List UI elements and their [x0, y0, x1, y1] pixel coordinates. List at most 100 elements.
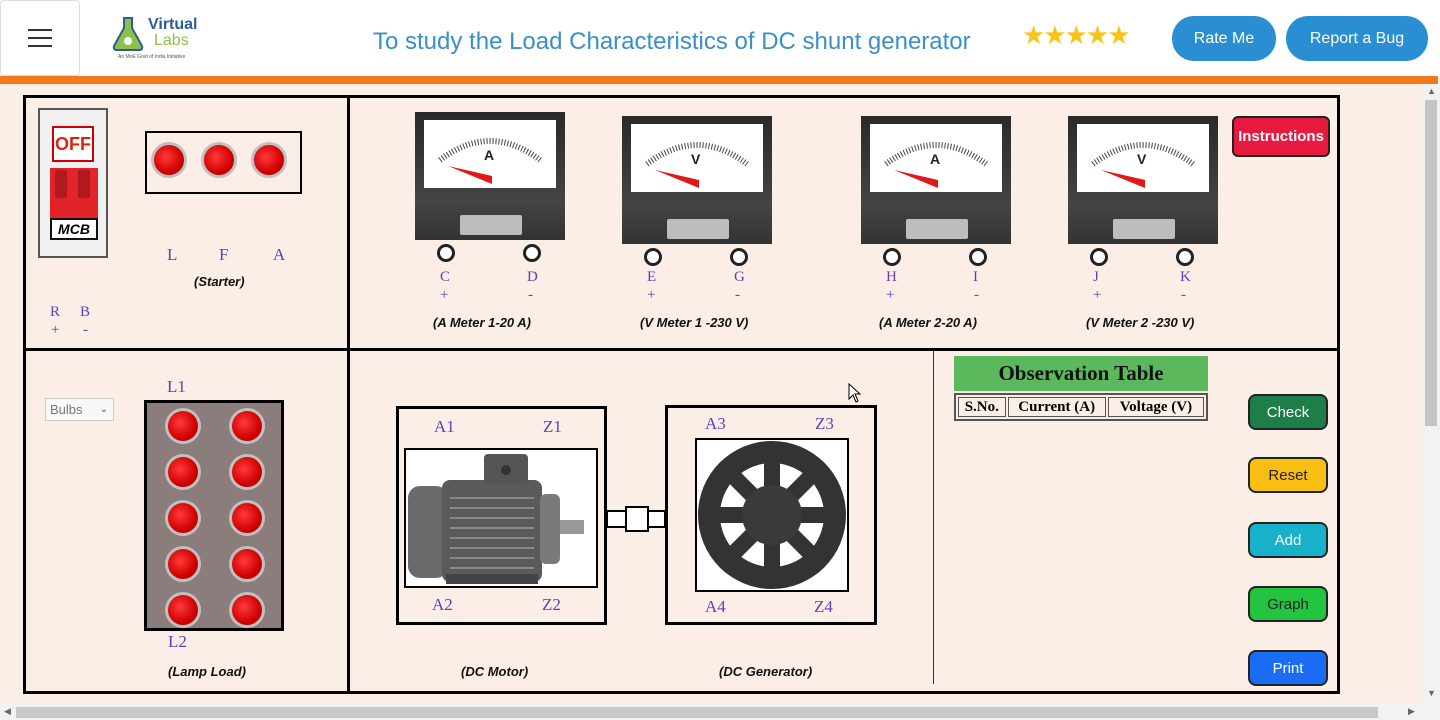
load-bulb — [165, 500, 201, 536]
flask-icon — [112, 17, 144, 51]
motor-terminal-z2[interactable]: Z2 — [542, 595, 561, 615]
menu-toggle-button[interactable] — [0, 0, 80, 76]
supply-sign-r: + — [51, 322, 60, 338]
report-bug-button[interactable]: Report a Bug — [1286, 16, 1428, 61]
meter-terminal-label: J — [1093, 269, 1099, 285]
mcb-state-label: OFF — [52, 126, 94, 162]
instructions-button[interactable]: Instructions — [1232, 116, 1330, 157]
scroll-left-icon[interactable]: ◀ — [4, 706, 11, 717]
chevron-down-icon: ⌄ — [99, 404, 108, 415]
generator-stator-icon — [698, 441, 846, 589]
load-type-select[interactable]: Bulbs ⌄ — [45, 398, 114, 421]
mouse-cursor-icon — [848, 383, 862, 403]
meter-terminal-negative[interactable] — [730, 248, 748, 266]
print-button[interactable]: Print — [1248, 650, 1328, 686]
scroll-right-icon[interactable]: ▶ — [1408, 706, 1415, 717]
starter-terminal-f[interactable]: F — [219, 245, 228, 265]
meter-caption: (A Meter 1-20 A) — [433, 315, 532, 330]
rate-me-button[interactable]: Rate Me — [1172, 16, 1276, 61]
observation-table-title: Observation Table — [954, 356, 1208, 391]
starter-terminal-a[interactable]: A — [273, 245, 285, 265]
meter-dial: A — [870, 124, 1002, 192]
virtual-labs-logo[interactable]: Virtual Labs An MoE Govt of India Initia… — [110, 12, 210, 64]
lamp-terminal-l2[interactable]: L2 — [168, 632, 187, 652]
meter-terminal-negative[interactable] — [969, 248, 987, 266]
observation-table: S.No. Current (A) Voltage (V) — [954, 393, 1208, 421]
divider-horizontal — [23, 348, 1340, 351]
load-bulb — [165, 546, 201, 582]
load-bulb — [229, 408, 265, 444]
lamp-load-panel[interactable] — [144, 400, 284, 631]
meter-terminal-sign: - — [528, 287, 533, 303]
motor-image — [404, 448, 598, 588]
hamburger-icon — [28, 29, 52, 31]
horizontal-scrollbar[interactable]: ◀ ▶ — [0, 704, 1440, 720]
app-header: Virtual Labs An MoE Govt of India Initia… — [0, 0, 1440, 76]
starter-terminal-l[interactable]: L — [167, 245, 177, 265]
meter-terminal-negative[interactable] — [1176, 248, 1194, 266]
motor-terminal-z1[interactable]: Z1 — [543, 417, 562, 437]
meter-terminal-label: G — [734, 269, 745, 285]
mcb-switch[interactable]: OFF MCB — [38, 108, 108, 258]
meter-terminal-positive[interactable] — [437, 244, 455, 262]
starter-caption: (Starter) — [194, 274, 245, 289]
lamp-load-caption: (Lamp Load) — [168, 664, 246, 679]
generator-terminal-a3[interactable]: A3 — [705, 414, 726, 434]
load-bulb — [229, 546, 265, 582]
load-bulb — [165, 408, 201, 444]
supply-sign-b: - — [83, 322, 88, 338]
graph-button[interactable]: Graph — [1248, 586, 1328, 622]
load-type-value: Bulbs — [50, 402, 83, 417]
vertical-scrollbar[interactable]: ▲ ▼ — [1422, 84, 1440, 704]
mcb-lever[interactable] — [50, 168, 98, 218]
divider-vertical — [347, 95, 350, 694]
meter-type-label: A — [930, 151, 941, 167]
meter-caption: (V Meter 2 -230 V) — [1086, 315, 1195, 330]
meter-4: V — [1068, 116, 1218, 244]
table-header-current: Current (A) — [1007, 397, 1106, 417]
meter-terminal-label: E — [647, 269, 657, 285]
reset-button[interactable]: Reset — [1248, 457, 1328, 493]
add-button[interactable]: Add — [1248, 522, 1328, 558]
meter-terminal-label: C — [440, 269, 451, 285]
check-button[interactable]: Check — [1248, 394, 1328, 430]
meter-window — [667, 219, 729, 239]
meter-type-label: V — [1137, 151, 1147, 167]
meter-terminal-sign: + — [647, 287, 656, 303]
meter-caption: (A Meter 2-20 A) — [879, 315, 978, 330]
load-bulb — [229, 500, 265, 536]
starter-lamps — [145, 131, 302, 194]
motor-icon — [408, 454, 584, 584]
generator-terminal-a4[interactable]: A4 — [705, 597, 726, 617]
motor-terminal-a2[interactable]: A2 — [432, 595, 453, 615]
generator-terminal-z3[interactable]: Z3 — [815, 414, 834, 434]
load-bulb — [165, 454, 201, 490]
meter-terminal-sign: + — [886, 287, 895, 303]
horizontal-scroll-thumb[interactable] — [16, 707, 1378, 718]
load-bulb — [229, 592, 265, 628]
meter-terminal-label: I — [973, 269, 978, 285]
vertical-scroll-thumb[interactable] — [1425, 100, 1437, 426]
motor-terminal-a1[interactable]: A1 — [434, 417, 455, 437]
header-divider — [0, 76, 1438, 84]
rating-stars[interactable]: ★★★★★ — [1022, 20, 1131, 51]
page-title: To study the Load Characteristics of DC … — [373, 28, 971, 55]
load-bulb — [229, 454, 265, 490]
scroll-up-icon[interactable]: ▲ — [1427, 86, 1436, 96]
meter-terminal-negative[interactable] — [523, 244, 541, 262]
meter-terminal-positive[interactable] — [644, 248, 662, 266]
divider-observation — [933, 351, 934, 684]
lamp-terminal-l1[interactable]: L1 — [167, 377, 186, 397]
meter-type-label: V — [691, 151, 701, 167]
meter-dial: A — [424, 120, 556, 188]
meter-terminal-positive[interactable] — [883, 248, 901, 266]
scroll-down-icon[interactable]: ▼ — [1427, 688, 1436, 698]
table-header-sno: S.No. — [958, 397, 1006, 417]
meter-terminal-label: D — [527, 269, 538, 285]
supply-terminal-r[interactable]: R — [50, 304, 60, 321]
meter-terminal-sign: + — [440, 287, 449, 303]
generator-terminal-z4[interactable]: Z4 — [814, 597, 833, 617]
meter-terminal-positive[interactable] — [1090, 248, 1108, 266]
supply-terminal-b[interactable]: B — [80, 304, 90, 321]
meter-terminal-sign: - — [1181, 287, 1186, 303]
